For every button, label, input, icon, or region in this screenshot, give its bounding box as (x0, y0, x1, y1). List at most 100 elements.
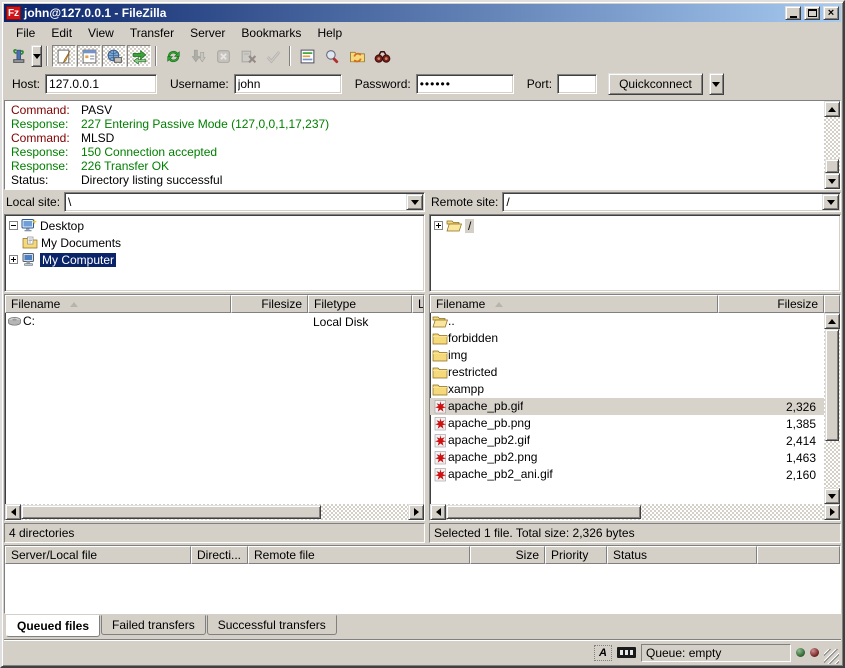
scroll-thumb[interactable] (446, 505, 641, 519)
expand-icon[interactable] (9, 255, 18, 264)
site-manager-dropdown[interactable] (31, 45, 42, 67)
column-header-last-modified[interactable]: L (412, 295, 424, 313)
scroll-track[interactable] (641, 504, 824, 520)
column-header-filesize[interactable]: Filesize (231, 295, 308, 313)
my-computer-icon (21, 252, 37, 267)
menu-server[interactable]: Server (182, 24, 233, 42)
scroll-up-button[interactable] (824, 101, 840, 117)
scroll-track[interactable] (321, 504, 408, 520)
menu-view[interactable]: View (80, 24, 122, 42)
tree-item-root[interactable]: / (430, 217, 840, 234)
column-header-filename[interactable]: Filename (5, 295, 231, 313)
username-input[interactable] (234, 74, 342, 94)
tree-item-desktop[interactable]: Desktop (5, 217, 424, 234)
tree-item-my-documents[interactable]: My Documents (5, 234, 424, 251)
scroll-thumb[interactable] (21, 505, 321, 519)
local-status-bar: 4 directories (4, 523, 425, 543)
reconnect-button[interactable] (261, 45, 285, 67)
remote-rows: .. forbidden img restricted (430, 313, 824, 504)
column-header-remote-file[interactable]: Remote file (248, 546, 470, 564)
toggle-local-tree-button[interactable] (77, 45, 101, 67)
filter-button[interactable] (295, 45, 319, 67)
file-row[interactable]: apache_pb2.png 1,463 (430, 449, 824, 466)
cancel-button[interactable] (211, 45, 235, 67)
quickconnect-button[interactable]: Quickconnect (608, 73, 703, 95)
host-input[interactable] (45, 74, 157, 94)
synchronized-browsing-button[interactable] (345, 45, 369, 67)
password-input[interactable] (416, 74, 514, 94)
column-header-server-local-file[interactable]: Server/Local file (5, 546, 191, 564)
local-tree: Desktop My Documents My Computer (4, 214, 425, 292)
local-site-combobox[interactable]: \ (64, 192, 425, 212)
quickconnect-dropdown[interactable] (709, 73, 724, 95)
scroll-thumb[interactable] (825, 159, 839, 173)
column-header-filesize[interactable]: Filesize (718, 295, 824, 313)
menu-bookmarks[interactable]: Bookmarks (233, 24, 309, 42)
scroll-down-button[interactable] (824, 488, 840, 504)
filezilla-logo-icon: Fz (6, 6, 21, 20)
local-site-dropdown[interactable] (406, 194, 423, 210)
scroll-right-button[interactable] (824, 504, 840, 520)
file-panes: Local site: \ Desktop My Documents (4, 191, 841, 521)
log-vertical-scrollbar[interactable] (824, 101, 840, 189)
column-header-status[interactable]: Status (607, 546, 757, 564)
search-button[interactable] (320, 45, 344, 67)
scroll-track[interactable] (824, 441, 840, 488)
tab-successful-transfers[interactable]: Successful transfers (207, 615, 337, 635)
file-row[interactable]: apache_pb.png 1,385 (430, 415, 824, 432)
collapse-icon[interactable] (9, 221, 18, 230)
local-horizontal-scrollbar[interactable] (5, 504, 424, 520)
directory-comparison-button[interactable] (370, 45, 394, 67)
menu-file[interactable]: File (8, 24, 43, 42)
toggle-remote-tree-button[interactable] (102, 45, 126, 67)
column-header-priority[interactable]: Priority (545, 546, 607, 564)
file-row[interactable]: apache_pb2_ani.gif 2,160 (430, 466, 824, 483)
remote-vertical-scrollbar[interactable] (824, 313, 840, 504)
toggle-message-log-button[interactable] (52, 45, 76, 67)
remote-site-combobox[interactable]: / (502, 192, 841, 212)
tab-queued-files[interactable]: Queued files (6, 615, 100, 637)
column-header-filetype[interactable]: Filetype (308, 295, 412, 313)
file-row[interactable]: .. (430, 313, 824, 330)
close-button[interactable]: × (823, 6, 839, 20)
scroll-left-button[interactable] (430, 504, 446, 520)
file-row[interactable]: restricted (430, 364, 824, 381)
refresh-button[interactable] (161, 45, 185, 67)
scroll-track[interactable] (824, 117, 840, 159)
menu-help[interactable]: Help (309, 24, 350, 42)
toolbar-separator (155, 46, 157, 66)
file-row[interactable]: xampp (430, 381, 824, 398)
file-row-local-c-drive[interactable]: C: Local Disk (5, 313, 424, 330)
remote-site-dropdown[interactable] (822, 194, 839, 210)
expand-icon[interactable] (434, 221, 443, 230)
column-header-size[interactable]: Size (470, 546, 545, 564)
chevron-down-icon (827, 200, 835, 205)
scroll-left-button[interactable] (5, 504, 21, 520)
menu-transfer[interactable]: Transfer (122, 24, 182, 42)
maximize-button[interactable] (804, 6, 820, 20)
sort-ascending-icon (495, 302, 503, 307)
minimize-button[interactable] (785, 6, 801, 20)
toolbar-separator (289, 46, 291, 66)
menu-edit[interactable]: Edit (43, 24, 80, 42)
file-row[interactable]: img (430, 347, 824, 364)
remote-horizontal-scrollbar[interactable] (430, 504, 840, 520)
tree-item-my-computer[interactable]: My Computer (5, 251, 424, 268)
file-row[interactable]: forbidden (430, 330, 824, 347)
column-header-direction[interactable]: Directi... (191, 546, 248, 564)
toggle-transfer-queue-button[interactable] (127, 45, 151, 67)
port-input[interactable] (557, 74, 597, 94)
disconnect-button[interactable] (236, 45, 260, 67)
scroll-thumb[interactable] (825, 329, 839, 441)
site-manager-button[interactable] (6, 45, 30, 67)
scroll-right-button[interactable] (408, 504, 424, 520)
column-header-filename[interactable]: Filename (430, 295, 718, 313)
scroll-down-button[interactable] (824, 173, 840, 189)
file-row[interactable]: apache_pb2.gif 2,414 (430, 432, 824, 449)
resize-grip[interactable] (824, 649, 839, 664)
tab-failed-transfers[interactable]: Failed transfers (101, 615, 206, 635)
open-folder-icon (430, 314, 448, 329)
file-row-selected[interactable]: apache_pb.gif 2,326 (430, 398, 824, 415)
scroll-up-button[interactable] (824, 313, 840, 329)
process-queue-button[interactable] (186, 45, 210, 67)
